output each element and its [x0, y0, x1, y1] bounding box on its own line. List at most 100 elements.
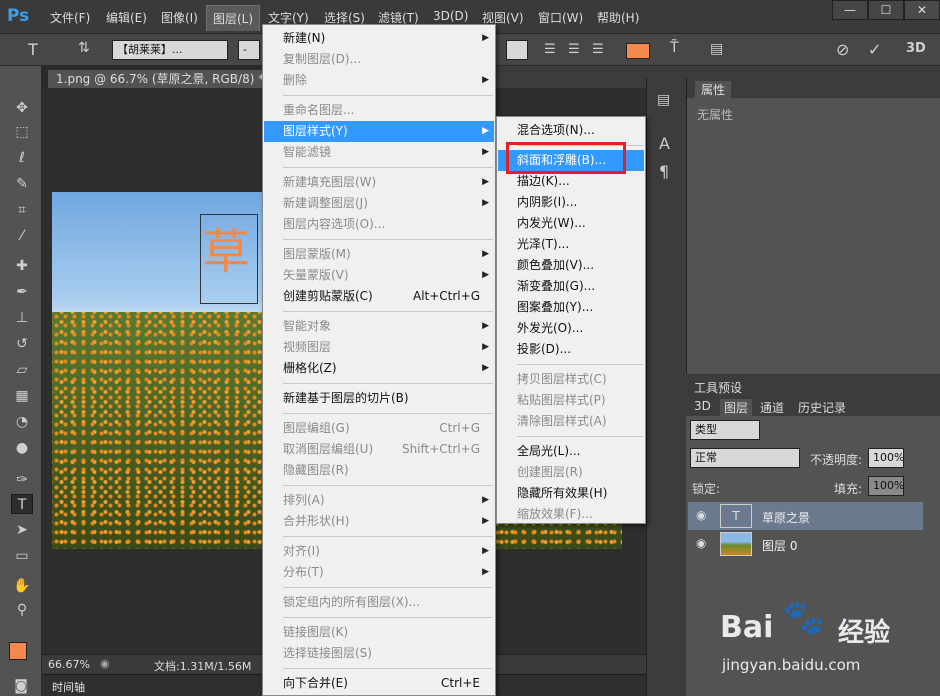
menu-item[interactable]: 混合选项(N)...	[498, 120, 644, 141]
paragraph-icon[interactable]: ¶	[659, 162, 669, 181]
quick-mask-icon[interactable]: ◙	[10, 676, 32, 696]
gradient-tool-icon[interactable]: ▦	[11, 386, 33, 406]
3d-icon[interactable]: 3D	[906, 41, 926, 56]
history-panel-icon[interactable]: ▤	[657, 92, 670, 108]
menu-item[interactable]: 外发光(O)...	[498, 318, 644, 339]
menu-item[interactable]: 隐藏所有效果(H)	[498, 483, 644, 504]
align-center-icon[interactable]: ☰	[568, 42, 580, 57]
type-tool-active-icon[interactable]: T	[11, 494, 33, 514]
menu-item[interactable]: 视频图层 ▶	[264, 337, 494, 358]
menu-item[interactable]: 清除图层样式(A)	[498, 411, 644, 432]
zoom-level[interactable]: 66.67%	[48, 658, 90, 671]
menu-item[interactable]: 栅格化(Z) ▶	[264, 358, 494, 379]
menu-item[interactable]: 矢量蒙版(V) ▶	[264, 265, 494, 286]
tab-layers[interactable]: 图层	[720, 399, 753, 416]
menu-item[interactable]: 链接图层(K)	[264, 622, 494, 643]
anti-alias-select[interactable]	[506, 40, 528, 60]
menu-item[interactable]: 智能滤镜 ▶	[264, 142, 494, 163]
character-icon[interactable]: A	[659, 134, 670, 153]
tool-presets-tab[interactable]: 工具预设	[694, 379, 742, 396]
menu-item[interactable]: 锁定组内的所有图层(X)...	[264, 592, 494, 613]
marquee-tool-icon[interactable]: ⬚	[11, 122, 33, 142]
rectangle-tool-icon[interactable]: ▭	[11, 546, 33, 566]
menu-item[interactable]: 新建调整图层(J) ▶	[264, 193, 494, 214]
menu-item[interactable]: 粘贴图层样式(P)	[498, 390, 644, 411]
menu-item[interactable]: 选择链接图层(S)	[264, 643, 494, 664]
timeline-tab[interactable]: 时间轴	[52, 679, 85, 695]
align-left-icon[interactable]: ☰	[544, 42, 556, 57]
dodge-tool-icon[interactable]: ●	[11, 438, 33, 458]
maximize-button[interactable]: ☐	[868, 0, 904, 20]
align-right-icon[interactable]: ☰	[592, 42, 604, 57]
commit-icon[interactable]: ✓	[868, 40, 881, 59]
layer-name[interactable]: 草原之景	[762, 509, 810, 526]
font-family-select[interactable]: 【胡莱莱】...	[112, 40, 228, 60]
menu-item[interactable]: 新建(N) ▶	[264, 28, 494, 49]
crop-tool-icon[interactable]: ⌗	[11, 200, 33, 220]
foreground-color-swatch[interactable]	[9, 642, 27, 660]
type-tool-icon[interactable]: T	[28, 40, 38, 59]
menu-item[interactable]: 创建剪贴蒙版(C) Alt+Ctrl+G	[264, 286, 494, 307]
menu-item[interactable]: 取消图层编组(U) Shift+Ctrl+G	[264, 439, 494, 460]
toggle-orientation-icon[interactable]: ⇅	[78, 40, 90, 56]
tab-history[interactable]: 历史记录	[798, 399, 846, 416]
menu-item[interactable]: 图层编组(G) Ctrl+G	[264, 418, 494, 439]
menu-item[interactable]: 向下合并(E) Ctrl+E	[264, 673, 494, 694]
menu-item[interactable]: 图层蒙版(M) ▶	[264, 244, 494, 265]
hand-tool-icon[interactable]: ✋	[11, 576, 33, 596]
menu-item[interactable]: 缩放效果(F)...	[498, 504, 644, 525]
menu-file[interactable]: 文件(F)	[50, 9, 90, 26]
menu-item[interactable]: 重命名图层...	[264, 100, 494, 121]
history-brush-icon[interactable]: ↺	[11, 334, 33, 354]
brush-tool-icon[interactable]: ✒	[11, 282, 33, 302]
menu-help[interactable]: 帮助(H)	[597, 9, 639, 26]
document-tab[interactable]: 1.png @ 66.7% (草原之景, RGB/8) *	[48, 70, 262, 88]
eyedropper-tool-icon[interactable]: ⁄	[11, 226, 33, 246]
menu-item[interactable]: 全局光(L)...	[498, 441, 644, 462]
cancel-icon[interactable]: ⊘	[836, 40, 849, 59]
menu-item[interactable]: 图层样式(Y) ▶	[264, 121, 494, 142]
menu-item[interactable]: 拷贝图层样式(C)	[498, 369, 644, 390]
menu-item[interactable]: 复制图层(D)...	[264, 49, 494, 70]
menu-item[interactable]: 投影(D)...	[498, 339, 644, 360]
character-panel-icon[interactable]: ▤	[710, 41, 723, 57]
fill-input[interactable]: 100%	[868, 476, 904, 496]
menu-item[interactable]: 内发光(W)...	[498, 213, 644, 234]
font-style-select[interactable]: -	[238, 40, 260, 60]
menu-edit[interactable]: 编辑(E)	[106, 9, 147, 26]
zoom-tool-icon[interactable]: ⚲	[11, 600, 33, 620]
menu-item[interactable]: 对齐(I) ▶	[264, 541, 494, 562]
path-select-icon[interactable]: ➤	[11, 520, 33, 540]
menu-item[interactable]: 光泽(T)...	[498, 234, 644, 255]
menu-item[interactable]: 颜色叠加(V)...	[498, 255, 644, 276]
minimize-button[interactable]: —	[832, 0, 868, 20]
move-tool-icon[interactable]: ✥	[11, 98, 33, 118]
menu-3d[interactable]: 3D(D)	[433, 9, 468, 23]
visibility-eye-icon[interactable]: ◉	[696, 536, 706, 550]
menu-item[interactable]: 创建图层(R)	[498, 462, 644, 483]
layer-row-text[interactable]: ◉ T 草原之景	[688, 502, 923, 530]
healing-brush-icon[interactable]: ✚	[11, 256, 33, 276]
blend-mode-select[interactable]: 正常	[690, 448, 800, 468]
stamp-tool-icon[interactable]: ⊥	[11, 308, 33, 328]
menu-item[interactable]: 渐变叠加(G)...	[498, 276, 644, 297]
menu-item[interactable]: 删除 ▶	[264, 70, 494, 91]
blur-tool-icon[interactable]: ◔	[11, 412, 33, 432]
eraser-tool-icon[interactable]: ▱	[11, 360, 33, 380]
lasso-tool-icon[interactable]: ℓ	[11, 148, 33, 168]
menu-item[interactable]: 隐藏图层(R)	[264, 460, 494, 481]
text-color-swatch[interactable]	[626, 43, 650, 59]
menu-layer[interactable]: 图层(L)	[206, 5, 261, 31]
menu-item[interactable]: 描边(K)...	[498, 171, 644, 192]
layer-row-image[interactable]: ◉ 图层 0	[688, 530, 923, 558]
menu-item[interactable]: 分布(T) ▶	[264, 562, 494, 583]
layer-name[interactable]: 图层 0	[762, 537, 797, 554]
tab-channels[interactable]: 通道	[760, 399, 784, 416]
menu-item[interactable]: 新建基于图层的切片(B)	[264, 388, 494, 409]
tab-3d[interactable]: 3D	[694, 399, 711, 413]
opacity-input[interactable]: 100%	[868, 448, 904, 468]
menu-item[interactable]: 内阴影(I)...	[498, 192, 644, 213]
visibility-eye-icon[interactable]: ◉	[696, 508, 706, 522]
menu-image[interactable]: 图像(I)	[161, 9, 198, 26]
menu-item[interactable]: 图案叠加(Y)...	[498, 297, 644, 318]
